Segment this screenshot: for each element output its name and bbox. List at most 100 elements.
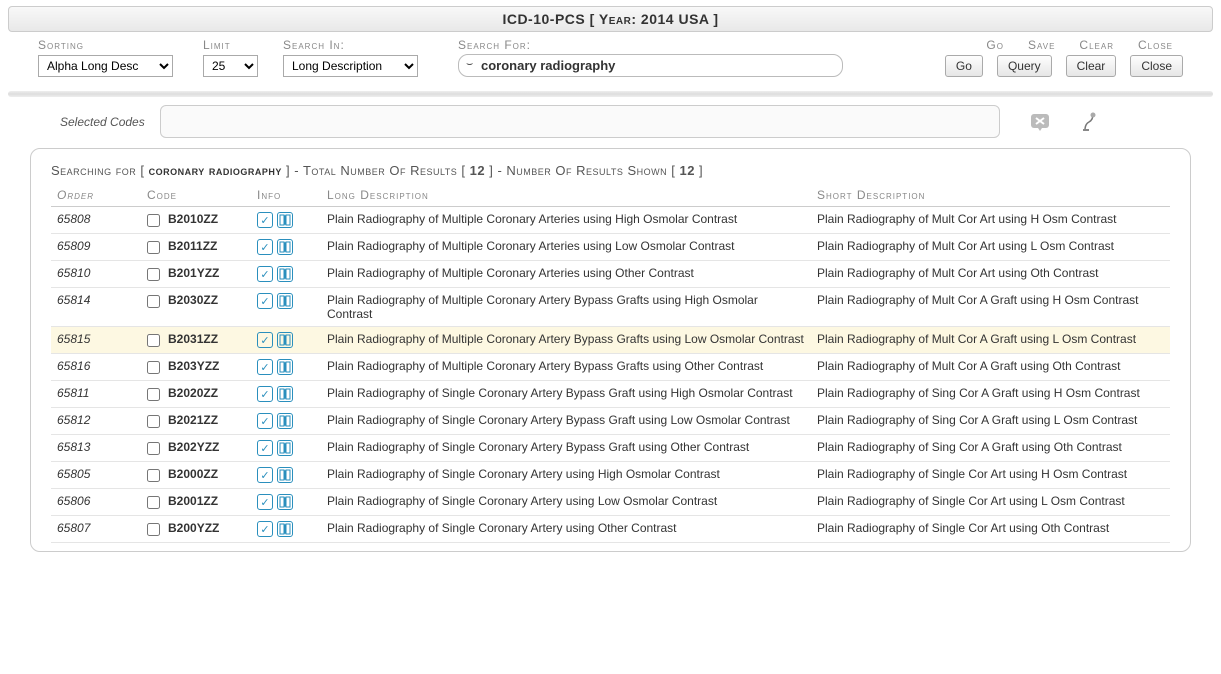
book-icon[interactable]: [277, 212, 293, 228]
row-checkbox[interactable]: [147, 241, 160, 254]
label-close: Close: [1138, 38, 1173, 52]
row-checkbox[interactable]: [147, 442, 160, 455]
check-icon[interactable]: ✓: [257, 293, 273, 309]
check-icon[interactable]: ✓: [257, 494, 273, 510]
search-input[interactable]: [458, 54, 843, 77]
check-icon[interactable]: ✓: [257, 467, 273, 483]
cell-long: Plain Radiography of Multiple Coronary A…: [321, 261, 811, 288]
cell-order: 65805: [51, 462, 141, 489]
clear-selection-icon[interactable]: [1030, 112, 1050, 132]
code-value: B2001ZZ: [168, 494, 218, 508]
cell-info: ✓: [251, 516, 321, 543]
check-icon[interactable]: ✓: [257, 266, 273, 282]
selected-codes-input[interactable]: [160, 105, 1000, 138]
code-value: B200YZZ: [168, 521, 219, 535]
cell-code: B2001ZZ: [141, 489, 251, 516]
book-icon[interactable]: [277, 521, 293, 537]
book-icon[interactable]: [277, 494, 293, 510]
results-summary: Searching for [ coronary radiography ] -…: [51, 163, 1170, 178]
book-icon[interactable]: [277, 293, 293, 309]
table-row: 65814B2030ZZ✓Plain Radiography of Multip…: [51, 288, 1170, 327]
code-value: B2030ZZ: [168, 293, 218, 307]
book-icon[interactable]: [277, 359, 293, 375]
cell-long: Plain Radiography of Single Coronary Art…: [321, 489, 811, 516]
book-icon[interactable]: [277, 239, 293, 255]
code-value: B2020ZZ: [168, 386, 218, 400]
save-query-button[interactable]: Query: [997, 55, 1052, 77]
book-icon[interactable]: [277, 332, 293, 348]
check-icon[interactable]: ✓: [257, 413, 273, 429]
cell-short: Plain Radiography of Mult Cor Art using …: [811, 207, 1170, 234]
label-search-for: Search For:: [458, 38, 923, 52]
cell-code: B2021ZZ: [141, 408, 251, 435]
label-clear: Clear: [1079, 38, 1114, 52]
cell-long: Plain Radiography of Multiple Coronary A…: [321, 354, 811, 381]
table-row: 65808B2010ZZ✓Plain Radiography of Multip…: [51, 207, 1170, 234]
cell-order: 65813: [51, 435, 141, 462]
row-checkbox[interactable]: [147, 523, 160, 536]
clear-button[interactable]: Clear: [1066, 55, 1117, 77]
col-short: Short Description: [811, 184, 1170, 207]
code-value: B202YZZ: [168, 440, 219, 454]
row-checkbox[interactable]: [147, 388, 160, 401]
cell-info: ✓: [251, 462, 321, 489]
code-value: B201YZZ: [168, 266, 219, 280]
cell-info: ✓: [251, 408, 321, 435]
check-icon[interactable]: ✓: [257, 386, 273, 402]
col-long: Long Description: [321, 184, 811, 207]
sorting-select[interactable]: Alpha Long Desc: [38, 55, 173, 77]
label-go: Go: [986, 38, 1004, 52]
search-icon: ⌣: [466, 58, 473, 71]
cell-short: Plain Radiography of Mult Cor A Graft us…: [811, 288, 1170, 327]
tool-icon[interactable]: [1080, 112, 1100, 132]
cell-order: 65815: [51, 327, 141, 354]
check-icon[interactable]: ✓: [257, 332, 273, 348]
cell-short: Plain Radiography of Sing Cor A Graft us…: [811, 381, 1170, 408]
row-checkbox[interactable]: [147, 361, 160, 374]
go-button[interactable]: Go: [945, 55, 983, 77]
cell-order: 65806: [51, 489, 141, 516]
cell-short: Plain Radiography of Mult Cor A Graft us…: [811, 354, 1170, 381]
row-checkbox[interactable]: [147, 268, 160, 281]
code-value: B2011ZZ: [168, 239, 217, 253]
code-value: B203YZZ: [168, 359, 219, 373]
code-value: B2031ZZ: [168, 332, 218, 346]
close-button[interactable]: Close: [1130, 55, 1183, 77]
book-icon[interactable]: [277, 266, 293, 282]
row-checkbox[interactable]: [147, 334, 160, 347]
table-row: 65810 B201YZZ ✓ Plain Radiography of Multip…: [51, 261, 1170, 288]
book-icon[interactable]: [277, 413, 293, 429]
cell-short: Plain Radiography of Single Cor Art usin…: [811, 516, 1170, 543]
row-checkbox[interactable]: [147, 295, 160, 308]
cell-long: Plain Radiography of Multiple Coronary A…: [321, 207, 811, 234]
check-icon[interactable]: ✓: [257, 359, 273, 375]
check-icon[interactable]: ✓: [257, 521, 273, 537]
check-icon[interactable]: ✓: [257, 440, 273, 456]
cell-info: ✓: [251, 207, 321, 234]
cell-code: B200YZZ: [141, 516, 251, 543]
label-save: Save: [1028, 38, 1055, 52]
col-info: Info: [251, 184, 321, 207]
cell-order: 65816: [51, 354, 141, 381]
book-icon[interactable]: [277, 440, 293, 456]
row-checkbox[interactable]: [147, 469, 160, 482]
book-icon[interactable]: [277, 467, 293, 483]
cell-info: ✓: [251, 435, 321, 462]
check-icon[interactable]: ✓: [257, 239, 273, 255]
cell-long: Plain Radiography of Single Coronary Art…: [321, 408, 811, 435]
row-checkbox[interactable]: [147, 496, 160, 509]
selected-codes-row: Selected Codes: [60, 105, 1191, 138]
cell-order: 65809: [51, 234, 141, 261]
cell-order: 65810: [51, 261, 141, 288]
row-checkbox[interactable]: [147, 214, 160, 227]
cell-long: Plain Radiography of Single Coronary Art…: [321, 516, 811, 543]
cell-code: B2031ZZ: [141, 327, 251, 354]
code-value: B2000ZZ: [168, 467, 218, 481]
book-icon[interactable]: [277, 386, 293, 402]
limit-select[interactable]: 25: [203, 55, 258, 77]
cell-order: 65807: [51, 516, 141, 543]
row-checkbox[interactable]: [147, 415, 160, 428]
search-in-select[interactable]: Long Description: [283, 55, 418, 77]
cell-code: B202YZZ: [141, 435, 251, 462]
check-icon[interactable]: ✓: [257, 212, 273, 228]
